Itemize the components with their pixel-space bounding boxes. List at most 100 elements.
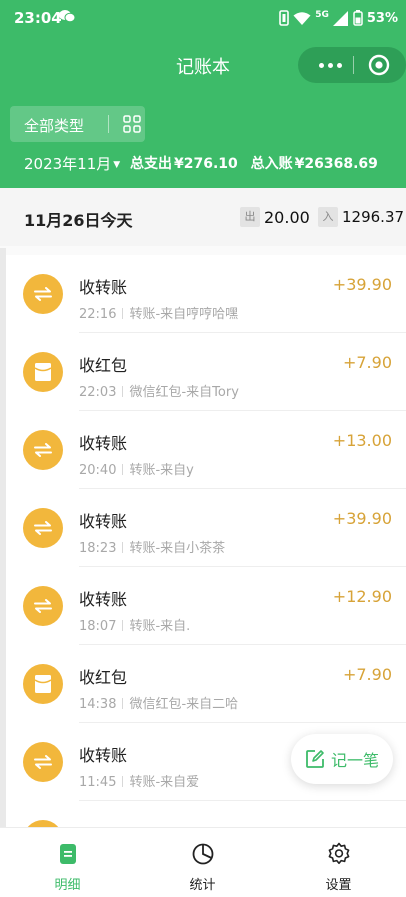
- close-target-icon[interactable]: [368, 54, 390, 76]
- transaction-time: 11:45: [79, 775, 117, 790]
- meta-divider: [122, 308, 124, 319]
- transfer-icon: [34, 521, 52, 535]
- transaction-title: 收红包: [79, 668, 128, 687]
- transaction-title: 收转账: [79, 746, 128, 765]
- tab-settings[interactable]: 设置: [271, 828, 406, 897]
- transaction-time: 18:07: [79, 619, 117, 634]
- red-packet-icon-badge: [23, 352, 63, 392]
- signal-icon: [332, 10, 348, 26]
- month-picker[interactable]: 2023年11月 ▼: [24, 153, 120, 174]
- transaction-row[interactable]: 收红包 22:03 微信红包-来自Tory +7.90: [6, 333, 406, 411]
- red-packet-icon: [34, 363, 52, 381]
- transaction-time: 22:03: [79, 385, 117, 400]
- vibrate-icon: [279, 10, 290, 26]
- transaction-desc: 转账-来自小茶茶: [129, 541, 226, 556]
- transaction-row[interactable]: 收转账 18:23 转账-来自小茶茶 +39.90: [6, 489, 406, 567]
- transfer-icon-badge: [23, 508, 63, 548]
- day-expense: 出 20.00: [240, 207, 310, 227]
- mini-program-capsule: [298, 47, 406, 83]
- add-record-label: 记一笔: [330, 751, 379, 770]
- transfer-icon: [34, 287, 52, 301]
- more-dot: [336, 62, 342, 68]
- month-totals: 总支出 ¥276.10 总入账 ¥26368.69: [130, 153, 380, 173]
- tab-label: 统计: [189, 878, 216, 893]
- transfer-icon-badge: [23, 742, 63, 782]
- transfer-icon: [34, 443, 52, 457]
- transaction-time: 18:23: [79, 541, 117, 556]
- more-dot: [318, 62, 324, 68]
- type-filter-label: 全部类型: [24, 117, 85, 135]
- transaction-desc: 微信红包-来自二哈: [129, 697, 239, 712]
- transaction-desc: 转账-来自.: [129, 619, 191, 634]
- meta-divider: [122, 620, 124, 631]
- tab-details[interactable]: 明细: [0, 828, 135, 897]
- transaction-title: 收转账: [79, 590, 128, 609]
- expense-tag: 出: [240, 207, 260, 227]
- wechat-icon: [59, 10, 75, 23]
- more-dot: [327, 62, 333, 68]
- transaction-desc: 微信红包-来自Tory: [129, 385, 239, 400]
- transaction-amount: +7.90: [342, 665, 392, 684]
- meta-divider: [122, 542, 124, 553]
- tab-label: 设置: [325, 878, 352, 893]
- type-filter-button[interactable]: 全部类型: [10, 106, 145, 142]
- tab-label: 明细: [54, 878, 81, 893]
- meta-divider: [122, 386, 124, 397]
- transaction-desc: 转账-来自爱: [129, 775, 200, 790]
- list-icon: [60, 844, 76, 864]
- transaction-amount: +12.90: [332, 587, 392, 606]
- caret-down-icon: ▼: [113, 159, 121, 170]
- meta-divider: [122, 776, 124, 787]
- tab-statistics[interactable]: 统计: [135, 828, 270, 897]
- transaction-title: 收红包: [79, 356, 128, 375]
- transaction-meta: 18:23 转账-来自小茶茶: [79, 537, 225, 556]
- expense-label: 总支出: [130, 156, 172, 172]
- transaction-meta: 14:38 微信红包-来自二哈: [79, 693, 238, 712]
- transaction-title: 收转账: [79, 278, 128, 297]
- add-record-button[interactable]: 记一笔: [291, 734, 393, 784]
- month-label: 2023年11月: [24, 155, 112, 173]
- transaction-row[interactable]: 收转账 22:16 转账-来自哼哼哈嘿 +39.90: [6, 255, 406, 333]
- red-packet-icon: [34, 675, 52, 693]
- edit-icon: [306, 750, 324, 768]
- more-button[interactable]: [308, 47, 352, 83]
- transaction-row-partial[interactable]: [6, 801, 406, 827]
- wifi-icon: [293, 11, 311, 25]
- transaction-title: 收转账: [79, 512, 128, 531]
- day-income: 入 1296.37: [318, 207, 404, 227]
- transaction-time: 20:40: [79, 463, 117, 478]
- transfer-icon-badge: [23, 274, 63, 314]
- transfer-icon-badge: [23, 430, 63, 470]
- transaction-list: 11月26日今天 出 20.00 入 1296.37 收转账 22:16 转账-来自…: [0, 188, 406, 827]
- expense-value: ¥276.10: [174, 156, 238, 172]
- meta-divider: [122, 464, 124, 475]
- transfer-icon-badge: [23, 586, 63, 626]
- transaction-amount: +13.00: [332, 431, 392, 450]
- filter-divider: [108, 115, 109, 133]
- day-income-amount: 1296.37: [342, 208, 405, 226]
- income-value: ¥26368.69: [294, 156, 378, 172]
- transaction-title: 收转账: [79, 434, 128, 453]
- transfer-icon-badge: [23, 820, 63, 827]
- transaction-row[interactable]: 收转账 20:40 转账-来自y +13.00: [6, 411, 406, 489]
- red-packet-icon-badge: [23, 664, 63, 704]
- transaction-row[interactable]: 收转账 18:07 转账-来自. +12.90: [6, 567, 406, 645]
- capsule-divider: [353, 56, 354, 74]
- transaction-desc: 转账-来自y: [129, 463, 194, 478]
- transaction-meta: 11:45 转账-来自爱: [79, 771, 199, 790]
- transaction-row[interactable]: 收红包 14:38 微信红包-来自二哈 +7.90: [6, 645, 406, 723]
- transaction-meta: 18:07 转账-来自.: [79, 615, 190, 634]
- transfer-icon: [34, 755, 52, 769]
- transaction-desc: 转账-来自哼哼哈嘿: [129, 307, 239, 322]
- transaction-time: 22:16: [79, 307, 117, 322]
- grid-icon: [123, 115, 141, 133]
- transaction-amount: +7.90: [342, 353, 392, 372]
- transaction-amount: +39.90: [332, 275, 392, 294]
- income-label: 总入账: [250, 156, 293, 172]
- battery-percent: 53%: [366, 10, 398, 26]
- meta-divider: [122, 698, 124, 709]
- status-bar: 23:04 5G 53%: [0, 0, 406, 36]
- transfer-icon: [34, 599, 52, 613]
- gear-icon: [328, 842, 350, 865]
- status-time: 23:04: [14, 9, 62, 27]
